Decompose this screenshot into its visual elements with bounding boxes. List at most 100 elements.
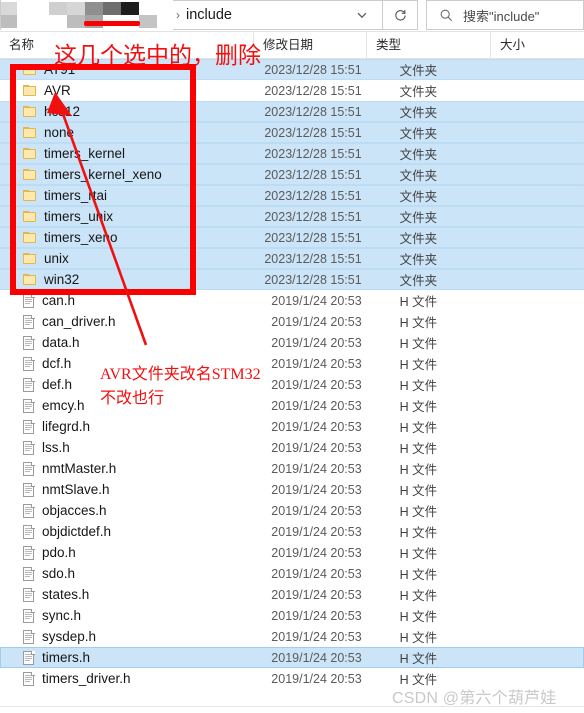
cell-date-modified: 2019/1/24 20:53 (271, 461, 362, 476)
h-file-icon (23, 398, 35, 413)
cell-name[interactable]: AT91 (1, 62, 253, 77)
cell-name[interactable]: sdo.h (1, 566, 253, 581)
file-list-row[interactable]: lifegrd.h 2019/1/24 20:53 H 文件 (0, 416, 584, 437)
cell-name[interactable]: dcf.h (1, 356, 253, 371)
cell-type: H 文件 (399, 442, 438, 456)
file-list-row[interactable]: sysdep.h 2019/1/24 20:53 H 文件 (0, 626, 584, 647)
h-file-icon (23, 314, 35, 329)
column-header-size[interactable]: 大小 (490, 32, 584, 58)
cell-name[interactable]: hcs12 (1, 104, 253, 119)
file-list-row[interactable]: timers_unix 2023/12/28 15:51 文件夹 (0, 206, 584, 227)
cell-name[interactable]: states.h (1, 587, 253, 602)
cell-name[interactable]: timers.h (1, 650, 253, 665)
file-list-row[interactable]: nmtSlave.h 2019/1/24 20:53 H 文件 (0, 479, 584, 500)
cell-name[interactable]: timers_unix (1, 209, 253, 224)
file-list-row[interactable]: timers_kernel_xeno 2023/12/28 15:51 文件夹 (0, 164, 584, 185)
file-list-row[interactable]: can_driver.h 2019/1/24 20:53 H 文件 (0, 311, 584, 332)
file-list-row[interactable]: sdo.h 2019/1/24 20:53 H 文件 (0, 563, 584, 584)
file-list-row[interactable]: unix 2023/12/28 15:51 文件夹 (0, 248, 584, 269)
cell-name[interactable]: AVR (1, 83, 253, 98)
cell-date-modified: 2023/12/28 15:51 (264, 230, 362, 245)
h-file-icon (23, 587, 35, 602)
cell-name[interactable]: emcy.h (1, 398, 253, 413)
cell-date-modified: 2019/1/24 20:53 (271, 419, 362, 434)
item-name-label: pdo.h (42, 545, 76, 560)
item-name-label: unix (44, 251, 69, 266)
refresh-button[interactable] (382, 0, 418, 30)
cell-name[interactable]: can_driver.h (1, 314, 253, 329)
cell-date-modified: 2019/1/24 20:53 (271, 545, 362, 560)
file-list-row[interactable]: def.h 2019/1/24 20:53 H 文件 (0, 374, 584, 395)
cell-name[interactable]: timers_rtai (1, 188, 253, 203)
file-list-row[interactable]: none 2023/12/28 15:51 文件夹 (0, 122, 584, 143)
file-list-row[interactable]: can.h 2019/1/24 20:53 H 文件 (0, 290, 584, 311)
file-list-row[interactable]: data.h 2019/1/24 20:53 H 文件 (0, 332, 584, 353)
file-list-row[interactable]: nmtMaster.h 2019/1/24 20:53 H 文件 (0, 458, 584, 479)
cell-name[interactable]: lifegrd.h (1, 419, 253, 434)
cell-name[interactable]: sysdep.h (1, 629, 253, 644)
file-list-row[interactable]: timers_xeno 2023/12/28 15:51 文件夹 (0, 227, 584, 248)
folder-icon (23, 126, 37, 139)
item-name-label: hcs12 (44, 104, 81, 119)
column-header-date-modified[interactable]: 修改日期 (253, 32, 366, 58)
blurred-path-mosaic (1, 0, 173, 30)
cell-name[interactable]: nmtSlave.h (1, 482, 253, 497)
cell-name[interactable]: lss.h (1, 440, 253, 455)
file-list-row[interactable]: timers.h 2019/1/24 20:53 H 文件 (0, 647, 584, 668)
cell-name[interactable]: timers_kernel_xeno (1, 167, 253, 182)
file-list-row[interactable]: lss.h 2019/1/24 20:53 H 文件 (0, 437, 584, 458)
cell-name[interactable]: nmtMaster.h (1, 461, 253, 476)
file-list-row[interactable]: timers_rtai 2023/12/28 15:51 文件夹 (0, 185, 584, 206)
file-list-row[interactable]: win32 2023/12/28 15:51 文件夹 (0, 269, 584, 290)
cell-name[interactable]: objacces.h (1, 503, 253, 518)
cell-type: 文件夹 (399, 127, 438, 141)
column-header-name[interactable]: 名称 (0, 32, 253, 58)
file-list-row[interactable]: dcf.h 2019/1/24 20:53 H 文件 (0, 353, 584, 374)
cell-name[interactable]: pdo.h (1, 545, 253, 560)
file-list-row[interactable]: emcy.h 2019/1/24 20:53 H 文件 (0, 395, 584, 416)
file-list-row[interactable]: pdo.h 2019/1/24 20:53 H 文件 (0, 542, 584, 563)
folder-icon (23, 231, 37, 244)
item-name-label: timers_rtai (44, 188, 108, 203)
cell-name[interactable]: none (1, 125, 253, 140)
h-file-icon (23, 524, 35, 539)
file-list-row[interactable]: timers_driver.h 2019/1/24 20:53 H 文件 (0, 668, 584, 689)
cell-name[interactable]: timers_kernel (1, 146, 253, 161)
cell-type: H 文件 (399, 652, 438, 666)
file-list-row[interactable]: objacces.h 2019/1/24 20:53 H 文件 (0, 500, 584, 521)
cell-name[interactable]: unix (1, 251, 253, 266)
file-list-row[interactable]: AT91 2023/12/28 15:51 文件夹 (0, 59, 584, 80)
cell-name[interactable]: can.h (1, 293, 253, 308)
h-file-icon (23, 461, 35, 476)
cell-name[interactable]: data.h (1, 335, 253, 350)
cell-name[interactable]: timers_xeno (1, 230, 253, 245)
cell-date-modified: 2019/1/24 20:53 (271, 503, 362, 518)
cell-type: H 文件 (399, 610, 438, 624)
cell-name[interactable]: sync.h (1, 608, 253, 623)
folder-icon (23, 105, 37, 118)
address-history-dropdown[interactable] (342, 0, 382, 30)
item-name-label: timers_kernel_xeno (44, 167, 162, 182)
cell-type: 文件夹 (399, 148, 438, 162)
file-list-row[interactable]: AVR 2023/12/28 15:51 文件夹 (0, 80, 584, 101)
file-list-row[interactable]: sync.h 2019/1/24 20:53 H 文件 (0, 605, 584, 626)
item-name-label: can.h (42, 293, 76, 308)
file-list[interactable]: AT91 2023/12/28 15:51 文件夹 AVR 2023/12/28 15:… (0, 59, 584, 689)
search-box[interactable]: 搜索"include" (426, 0, 584, 30)
cell-name[interactable]: objdictdef.h (1, 524, 253, 539)
cell-name[interactable]: def.h (1, 377, 253, 392)
file-list-row[interactable]: timers_kernel 2023/12/28 15:51 文件夹 (0, 143, 584, 164)
file-list-row[interactable]: hcs12 2023/12/28 15:51 文件夹 (0, 101, 584, 122)
h-file-icon (23, 440, 35, 455)
cell-name[interactable]: timers_driver.h (1, 671, 253, 686)
column-header-type[interactable]: 类型 (366, 32, 490, 58)
cell-date-modified: 2019/1/24 20:53 (271, 335, 362, 350)
cell-type: 文件夹 (399, 274, 438, 288)
cell-type: 文件夹 (399, 64, 438, 78)
file-list-row[interactable]: objdictdef.h 2019/1/24 20:53 H 文件 (0, 521, 584, 542)
breadcrumb-current-folder[interactable]: include (186, 7, 232, 23)
item-name-label: dcf.h (42, 356, 72, 371)
file-list-row[interactable]: states.h 2019/1/24 20:53 H 文件 (0, 584, 584, 605)
address-bar[interactable]: › include (0, 0, 342, 30)
cell-name[interactable]: win32 (1, 272, 253, 287)
